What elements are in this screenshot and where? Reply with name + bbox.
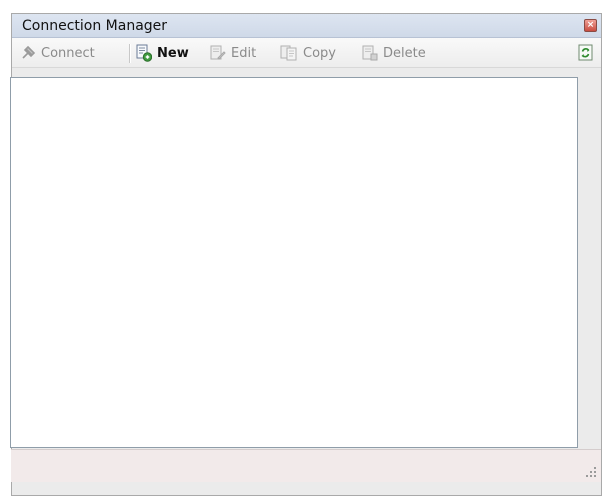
- copy-label: Copy: [303, 45, 336, 61]
- delete-label: Delete: [383, 45, 426, 61]
- copy-button[interactable]: Copy: [280, 38, 336, 68]
- new-button[interactable]: New: [136, 38, 189, 68]
- plug-icon: [22, 45, 36, 59]
- delete-icon: [362, 45, 378, 61]
- refresh-icon[interactable]: [578, 44, 595, 61]
- status-bar: [11, 449, 601, 482]
- toolbar-separator: [129, 44, 131, 63]
- title-bar[interactable]: Connection Manager ×: [12, 14, 601, 38]
- new-label: New: [157, 45, 189, 61]
- resize-grip-icon[interactable]: [585, 466, 597, 478]
- edit-icon: [210, 45, 226, 60]
- edit-label: Edit: [231, 45, 257, 61]
- connections-list[interactable]: [10, 77, 578, 448]
- close-icon[interactable]: ×: [584, 19, 597, 32]
- new-document-icon: [136, 44, 152, 62]
- toolbar: Connect New Edit Copy Delete: [12, 38, 601, 68]
- window-title: Connection Manager: [22, 18, 168, 34]
- edit-button[interactable]: Edit: [210, 38, 256, 68]
- connect-button[interactable]: Connect: [20, 38, 95, 68]
- connect-label: Connect: [41, 45, 95, 61]
- delete-button[interactable]: Delete: [362, 38, 426, 68]
- copy-icon: [280, 45, 297, 61]
